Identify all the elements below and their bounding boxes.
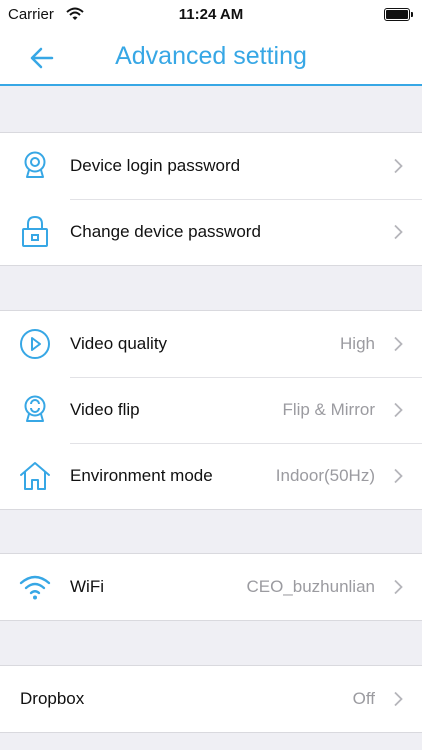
settings-group-network: WiFi CEO_buzhunlian bbox=[0, 553, 422, 621]
page-title: Advanced setting bbox=[115, 42, 307, 70]
change-device-password-row[interactable]: Change device password bbox=[0, 199, 422, 265]
navigation-bar: Advanced setting bbox=[0, 30, 422, 86]
settings-group-storage: Dropbox Off bbox=[0, 665, 422, 733]
battery-icon bbox=[384, 8, 413, 21]
status-time: 11:24 AM bbox=[178, 6, 244, 23]
row-label: Video quality bbox=[70, 334, 168, 353]
home-icon bbox=[20, 462, 50, 490]
wifi-row[interactable]: WiFi CEO_buzhunlian bbox=[0, 554, 422, 620]
dropbox-row[interactable]: Dropbox Off bbox=[0, 666, 422, 732]
row-value: CEO_buzhunlian bbox=[246, 577, 375, 596]
row-label: Video flip bbox=[70, 400, 140, 419]
row-label: Environment mode bbox=[70, 466, 213, 485]
chevron-right-icon bbox=[394, 579, 403, 595]
row-value: Indoor(50Hz) bbox=[275, 466, 375, 485]
wifi-icon bbox=[19, 575, 51, 600]
chevron-right-icon bbox=[394, 336, 403, 352]
chevron-right-icon bbox=[394, 691, 403, 707]
settings-group-password: Device login password Change device pass… bbox=[0, 132, 422, 266]
camera-icon bbox=[24, 151, 46, 178]
row-label: WiFi bbox=[70, 577, 104, 596]
status-bar: Carrier 11:24 AM bbox=[0, 0, 422, 30]
environment-mode-row[interactable]: Environment mode Indoor(50Hz) bbox=[0, 443, 422, 509]
chevron-right-icon bbox=[394, 468, 403, 484]
row-label: Change device password bbox=[70, 222, 261, 241]
video-flip-row[interactable]: Video flip Flip & Mirror bbox=[0, 377, 422, 443]
lock-icon bbox=[22, 215, 48, 247]
chevron-right-icon bbox=[394, 158, 403, 174]
row-value: High bbox=[340, 334, 375, 353]
settings-group-video: Video quality High Video flip Flip & Mir… bbox=[0, 310, 422, 510]
chevron-right-icon bbox=[394, 224, 403, 240]
row-value: Off bbox=[352, 689, 375, 708]
row-label: Dropbox bbox=[20, 689, 85, 708]
row-value: Flip & Mirror bbox=[282, 400, 375, 419]
play-circle-icon bbox=[20, 329, 50, 359]
chevron-right-icon bbox=[394, 402, 403, 418]
device-login-password-row[interactable]: Device login password bbox=[0, 133, 422, 199]
camera-flip-icon bbox=[24, 395, 46, 422]
row-label: Device login password bbox=[70, 156, 241, 175]
video-quality-row[interactable]: Video quality High bbox=[0, 311, 422, 377]
